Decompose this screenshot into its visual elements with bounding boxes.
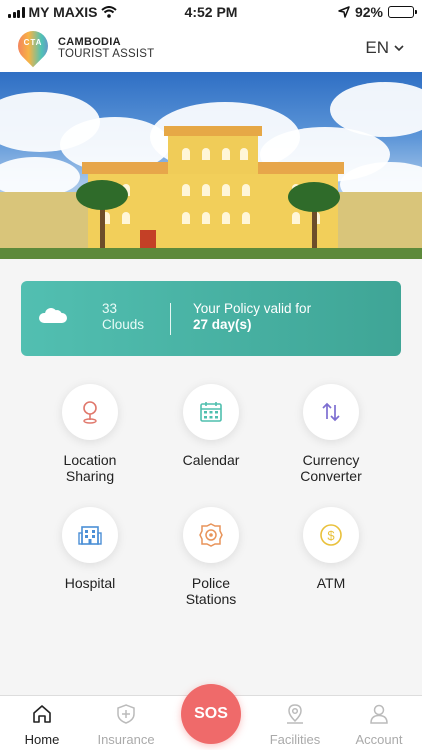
- chevron-down-icon: [394, 44, 404, 51]
- location-sharing-label: Location Sharing: [63, 452, 117, 484]
- currency-converter-button[interactable]: [303, 384, 359, 440]
- police-stations-tile[interactable]: Police Stations: [151, 507, 271, 607]
- svg-text:$: $: [327, 528, 335, 543]
- currency-converter-tile[interactable]: Currency Converter: [271, 384, 391, 484]
- logo-text: CTA: [23, 38, 43, 47]
- hospital-button[interactable]: [62, 507, 118, 563]
- battery-percent: 92%: [354, 4, 383, 20]
- language-selector[interactable]: EN: [365, 38, 404, 58]
- location-pin-icon: [83, 401, 97, 424]
- calendar-tile[interactable]: Calendar: [151, 384, 271, 468]
- police-badge-icon: [199, 523, 223, 547]
- currency-converter-label: Currency Converter: [300, 452, 362, 484]
- brand-line1: CAMBODIA: [58, 36, 121, 48]
- atm-tile[interactable]: $ ATM: [271, 507, 391, 591]
- user-icon: [370, 704, 388, 724]
- status-bar: MY MAXIS 4:52 PM 92%: [0, 0, 422, 24]
- hospital-label: Hospital: [64, 575, 116, 591]
- location-sharing-tile[interactable]: Location Sharing: [30, 384, 150, 484]
- language-label: EN: [365, 38, 389, 57]
- calendar-label: Calendar: [182, 452, 240, 468]
- brand-name: CAMBODIA TOURIST ASSIST: [58, 36, 154, 60]
- nav-home-label: Home: [24, 732, 60, 747]
- status-right-group: 92%: [338, 4, 417, 20]
- location-sharing-button[interactable]: [62, 384, 118, 440]
- brand-line2: TOURIST ASSIST: [58, 48, 155, 60]
- weather-policy-card[interactable]: 33 Clouds Your Policy valid for 27 day(s…: [21, 281, 401, 356]
- weather-info: 33 Clouds: [102, 301, 144, 333]
- temperature-value: 33: [102, 301, 118, 316]
- nav-account-label: Account: [355, 732, 403, 747]
- sos-button[interactable]: SOS: [181, 684, 241, 744]
- policy-days: 27 day(s): [193, 317, 252, 332]
- swap-arrows-icon: [322, 402, 340, 422]
- hero-photo: [0, 72, 422, 259]
- nav-insurance[interactable]: Insurance: [86, 702, 166, 747]
- location-arrow-icon: [338, 6, 350, 18]
- hospital-building-icon: [78, 526, 102, 545]
- nav-facilities-label: Facilities: [269, 732, 321, 747]
- shield-plus-icon: [117, 704, 135, 724]
- app-header: CTA CAMBODIA TOURIST ASSIST EN: [0, 24, 422, 72]
- app-logo: CTA: [11, 24, 55, 68]
- weather-condition: Clouds: [102, 317, 145, 332]
- cloud-icon: [39, 307, 67, 323]
- calendar-icon: [200, 402, 222, 422]
- dollar-coin-icon: $: [320, 524, 342, 546]
- policy-info: Your Policy valid for 27 day(s): [193, 301, 311, 333]
- police-stations-button[interactable]: [183, 507, 239, 563]
- atm-label: ATM: [316, 575, 346, 591]
- card-divider: [170, 303, 171, 335]
- nav-insurance-label: Insurance: [97, 732, 155, 747]
- police-stations-label: Police Stations: [185, 575, 237, 607]
- hospital-tile[interactable]: Hospital: [30, 507, 150, 591]
- nav-home[interactable]: Home: [2, 702, 82, 747]
- calendar-button[interactable]: [183, 384, 239, 440]
- nav-facilities[interactable]: Facilities: [255, 702, 335, 747]
- atm-button[interactable]: $: [303, 507, 359, 563]
- policy-label: Your Policy valid for: [193, 301, 312, 316]
- battery-icon: [388, 6, 417, 18]
- home-icon: [33, 705, 51, 723]
- nav-account[interactable]: Account: [339, 702, 419, 747]
- map-pin-icon: [287, 704, 303, 724]
